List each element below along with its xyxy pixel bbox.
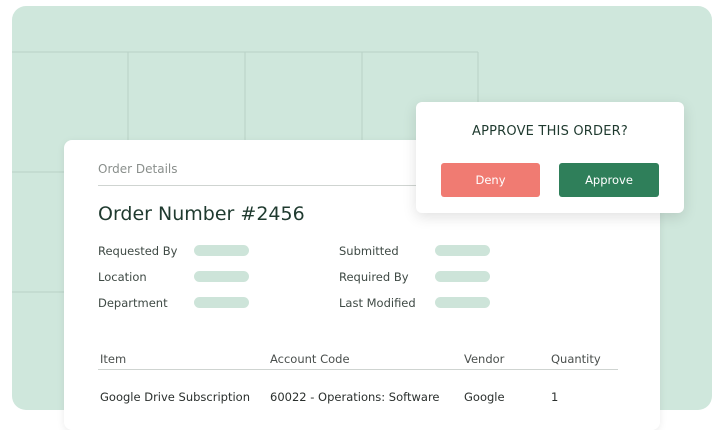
approve-order-dialog: APPROVE THIS ORDER? Deny Approve [416, 102, 684, 213]
section-title: Order Details [98, 162, 178, 176]
placeholder-value [194, 297, 249, 308]
field-label-location: Location [98, 270, 147, 284]
field-label-required-by: Required By [339, 270, 409, 284]
cell-item: Google Drive Subscription [100, 390, 250, 404]
field-label-last-modified: Last Modified [339, 296, 416, 310]
placeholder-value [194, 271, 249, 282]
cell-account-code: 60022 - Operations: Software [270, 390, 440, 404]
field-label-requested-by: Requested By [98, 244, 178, 258]
cell-quantity: 1 [551, 390, 559, 404]
column-header-account-code: Account Code [270, 352, 350, 366]
placeholder-value [435, 245, 490, 256]
placeholder-value [435, 297, 490, 308]
placeholder-value [194, 245, 249, 256]
deny-button[interactable]: Deny [441, 163, 540, 197]
approve-dialog-title: APPROVE THIS ORDER? [471, 124, 628, 139]
cell-vendor: Google [464, 390, 505, 404]
approve-button[interactable]: Approve [559, 163, 659, 197]
order-number-heading: Order Number #2456 [98, 203, 305, 225]
column-header-vendor: Vendor [464, 352, 505, 366]
field-label-submitted: Submitted [339, 244, 399, 258]
table-header-divider [98, 369, 618, 370]
placeholder-value [435, 271, 490, 282]
column-header-quantity: Quantity [551, 352, 601, 366]
field-label-department: Department [98, 296, 168, 310]
column-header-item: Item [100, 352, 127, 366]
section-divider [98, 185, 428, 186]
